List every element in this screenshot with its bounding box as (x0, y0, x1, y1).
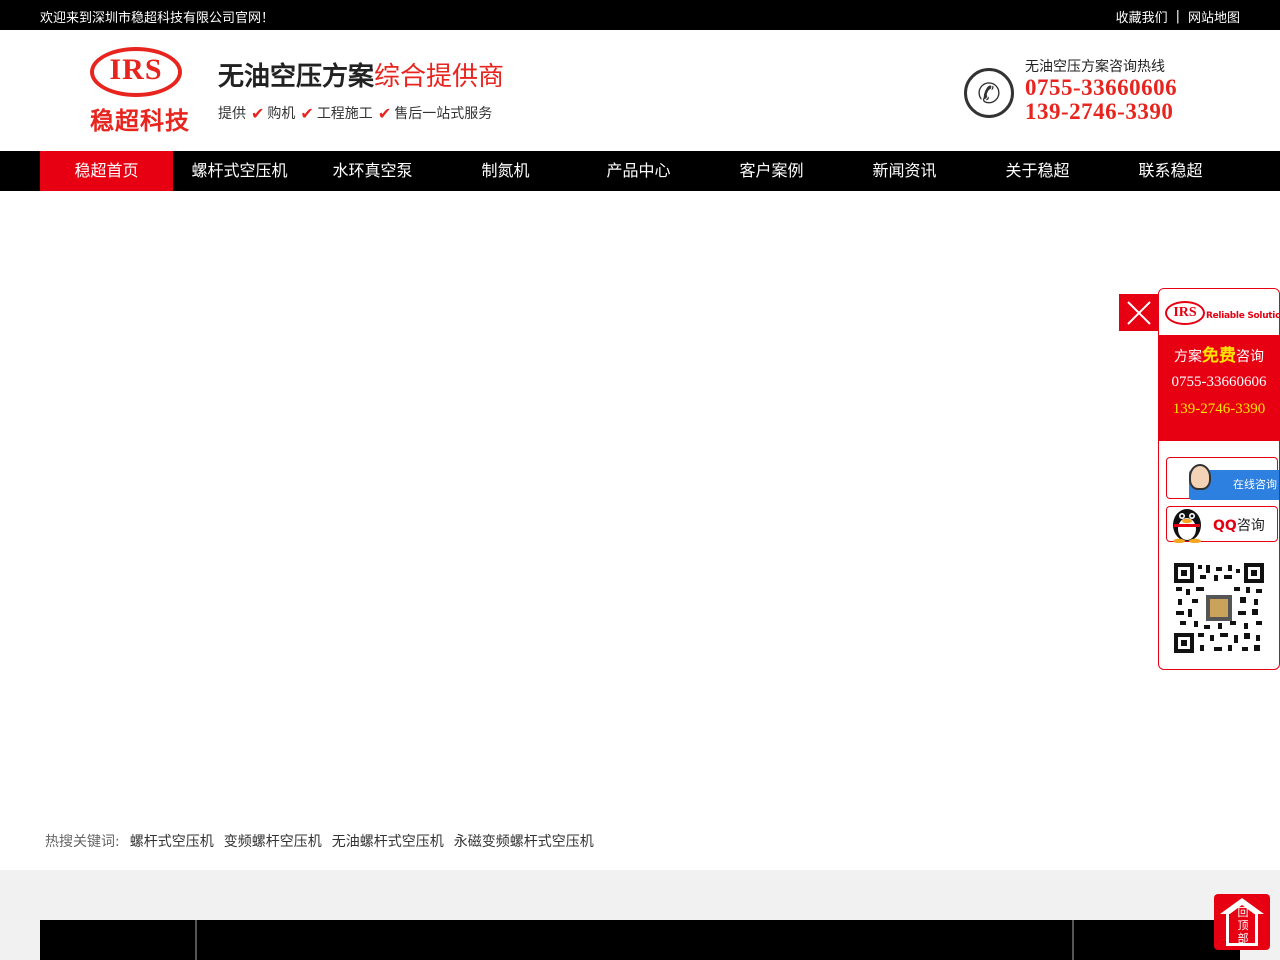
check-icon: ✔ (251, 103, 265, 123)
slogan-main-black: 无油空压方案 (218, 62, 375, 92)
main-nav: 稳超首页 螺杆式空压机 水环真空泵 制氮机 产品中心 客户案例 新闻资讯 关于稳… (0, 151, 1280, 191)
logo[interactable]: IRS 稳超科技 (88, 44, 198, 135)
slogan-sub-item: 购机 (267, 106, 296, 122)
check-icon: ✔ (377, 103, 392, 123)
slogan-sub-prefix: 提供 (218, 106, 246, 122)
hotline: ✆ 无油空压方案咨询热线 0755-33660606 139-2746-3390 (964, 55, 1244, 125)
side-panel-brand: IRS Reliable Solution (1159, 289, 1279, 335)
qq-suffix: 咨询 (1236, 518, 1265, 534)
check-icon: ✔ (300, 103, 314, 123)
hotline-label: 无油空压方案咨询热线 (1025, 59, 1165, 75)
nav-item-about[interactable]: 关于稳超 (971, 151, 1104, 191)
consult-free: 免费 (1202, 346, 1236, 366)
nav-item-contact[interactable]: 联系稳超 (1104, 151, 1237, 191)
customer-service-avatar-icon (1189, 464, 1211, 490)
favorite-link[interactable]: 收藏我们 (1116, 7, 1168, 26)
keyword-link[interactable]: 无油螺杆式空压机 (332, 831, 444, 851)
keyword-link[interactable]: 螺杆式空压机 (130, 831, 214, 851)
hot-keywords: 热搜关键词: 螺杆式空压机 变频螺杆空压机 无油螺杆式空压机 永磁变频螺杆式空压… (45, 831, 594, 851)
qq-penguin-icon (1173, 509, 1201, 543)
phone-icon: ✆ (964, 68, 1014, 118)
hotline-number-2: 139-2746-3390 (1025, 99, 1174, 124)
side-panel-contact: 方案免费咨询 0755-33660606 139-2746-3390 (1159, 335, 1279, 441)
online-consult-button[interactable]: 在线咨询 (1166, 457, 1279, 500)
side-panel: IRS Reliable Solution 方案免费咨询 0755-336606… (1158, 288, 1280, 670)
side-panel-tagline: Reliable Solution (1206, 311, 1280, 321)
side-panel-tel-1: 0755-33660606 (1171, 374, 1267, 390)
hot-keywords-label: 热搜关键词: (45, 834, 120, 850)
back-to-top-button[interactable]: 回顶部 (1214, 894, 1270, 950)
slogan-sub-item: 工程施工 (316, 106, 373, 122)
top-bar: 欢迎来到深圳市稳超科技有限公司官网！ 收藏我们 | 网站地图 (0, 0, 1280, 30)
free-consult-text: 方案免费咨询 (1159, 341, 1279, 366)
qr-code-icon (1174, 563, 1264, 653)
slogan-sub: 提供 ✔ 购机 ✔ 工程施工 ✔ 售后一站式服务 (218, 103, 504, 123)
welcome-text: 欢迎来到深圳市稳超科技有限公司官网！ (40, 11, 275, 26)
slogan: 无油空压方案综合提供商 提供 ✔ 购机 ✔ 工程施工 ✔ 售后一站式服务 (218, 56, 504, 123)
slogan-main: 无油空压方案综合提供商 (218, 56, 504, 93)
nav-item-screw-compressor[interactable]: 螺杆式空压机 (173, 151, 306, 191)
slogan-sub-item: 售后一站式服务 (394, 106, 493, 122)
section-banner (40, 920, 1240, 960)
nav-item-vacuum-pump[interactable]: 水环真空泵 (306, 151, 439, 191)
top-links: 收藏我们 | 网站地图 (1116, 7, 1240, 26)
banner-divider (1072, 920, 1074, 960)
back-to-top-label: 回顶部 (1237, 906, 1249, 945)
nav-item-nitrogen-generator[interactable]: 制氮机 (439, 151, 572, 191)
logo-company-name: 稳超科技 (90, 107, 190, 135)
nav-item-news[interactable]: 新闻资讯 (838, 151, 971, 191)
qq-consult-label: QQ咨询 (1213, 515, 1265, 535)
slogan-main-red: 综合提供商 (374, 62, 505, 92)
header: IRS 稳超科技 无油空压方案综合提供商 提供 ✔ 购机 ✔ 工程施工 ✔ 售后… (0, 30, 1280, 151)
logo-irs-text: IRS (109, 53, 163, 86)
side-panel-logo: IRS (1165, 301, 1205, 325)
banner-divider (195, 920, 197, 960)
hotline-number-1: 0755-33660606 (1025, 75, 1178, 100)
consult-prefix: 方案 (1174, 349, 1202, 365)
side-panel-close-button[interactable] (1119, 294, 1158, 331)
nav-item-products[interactable]: 产品中心 (572, 151, 705, 191)
nav-item-home[interactable]: 稳超首页 (40, 151, 173, 191)
nav-item-cases[interactable]: 客户案例 (705, 151, 838, 191)
sitemap-link[interactable]: 网站地图 (1188, 7, 1240, 26)
keyword-link[interactable]: 变频螺杆空压机 (224, 831, 322, 851)
top-links-separator: | (1175, 9, 1180, 24)
keyword-link[interactable]: 永磁变频螺杆式空压机 (454, 831, 594, 851)
qq-consult-button[interactable]: QQ咨询 (1166, 506, 1278, 543)
consult-suffix: 咨询 (1236, 349, 1264, 365)
side-panel-tel-2: 139-2746-3390 (1172, 401, 1266, 417)
close-icon (1126, 300, 1151, 325)
qq-prefix: QQ (1213, 518, 1237, 534)
